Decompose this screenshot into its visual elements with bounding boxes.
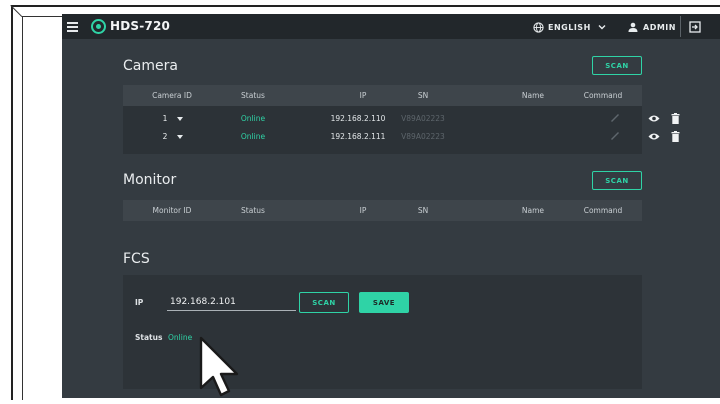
device-frame-inner-left [22, 16, 23, 400]
eye-icon[interactable] [648, 132, 660, 141]
status-value: Online [240, 114, 266, 123]
column-header: Command [583, 206, 623, 215]
column-header: Name [521, 206, 545, 215]
monitor-table: Monitor ID Status IP SN Name Command [123, 200, 642, 221]
camera-section-title: Camera [123, 58, 178, 74]
camera-scan-button[interactable]: SCAN [592, 56, 642, 75]
monitor-table-header: Monitor ID Status IP SN Name Command [123, 200, 642, 221]
sn-value: V89A02223 [401, 132, 445, 141]
column-header: IP [359, 206, 367, 215]
globe-icon [533, 21, 544, 33]
logout-icon[interactable] [689, 21, 701, 33]
fcs-scan-button[interactable]: SCAN [299, 292, 349, 313]
column-header: IP [359, 91, 367, 100]
column-header: SN [417, 91, 429, 100]
fcs-status-label: Status [135, 333, 163, 342]
trash-icon[interactable] [671, 131, 680, 142]
column-header: Name [521, 91, 545, 100]
column-header: Status [241, 91, 265, 100]
table-row: 2 Online 192.168.2.111 V89A02223 [123, 128, 680, 146]
top-bar: HDS-720 ENGLISH ADMIN [62, 14, 720, 39]
table-row: 1 Online 192.168.2.110 V89A02223 [123, 110, 680, 128]
caret-down-icon [177, 117, 184, 121]
camera-id-dropdown[interactable]: 1 [153, 114, 193, 123]
sn-value: V89A02223 [401, 114, 445, 123]
column-header: Command [583, 91, 623, 100]
ip-value: 192.168.2.111 [330, 132, 386, 141]
mouse-cursor-icon [199, 336, 239, 397]
topbar-divider [680, 16, 681, 37]
user-menu[interactable]: ADMIN [628, 20, 676, 34]
edit-icon[interactable] [610, 131, 620, 141]
monitor-scan-button[interactable]: SCAN [592, 171, 642, 190]
app-title: HDS-720 [110, 19, 171, 33]
fcs-ip-label: IP [135, 298, 144, 307]
column-header: Camera ID [152, 91, 192, 100]
device-frame-top [11, 5, 720, 7]
caret-down-icon [177, 135, 184, 139]
fcs-section-title: FCS [123, 251, 150, 267]
user-label: ADMIN [643, 22, 676, 32]
camera-table-header: Camera ID Status IP SN Name Command [123, 85, 642, 106]
camera-id-dropdown[interactable]: 2 [153, 132, 193, 141]
menu-icon[interactable] [67, 22, 78, 32]
camera-table: Camera ID Status IP SN Name Command 1 On… [123, 85, 680, 154]
monitor-section-title: Monitor [123, 172, 177, 188]
language-label: ENGLISH [548, 22, 591, 32]
ip-value: 192.168.2.110 [330, 114, 386, 123]
app-window: HDS-720 ENGLISH ADMIN Camera SCAN Camera… [62, 14, 720, 398]
device-frame-left [11, 5, 13, 400]
column-header: SN [417, 206, 429, 215]
fcs-ip-input[interactable] [167, 294, 296, 311]
eye-icon[interactable] [648, 114, 660, 123]
language-selector[interactable]: ENGLISH [533, 20, 607, 34]
user-icon [628, 22, 638, 32]
column-header: Monitor ID [152, 206, 192, 215]
status-value: Online [240, 132, 266, 141]
edit-icon[interactable] [610, 113, 620, 123]
trash-icon[interactable] [671, 113, 680, 124]
chevron-down-icon [598, 25, 606, 30]
fcs-save-button[interactable]: SAVE [359, 292, 409, 313]
fcs-status-value: Online [168, 333, 193, 342]
logo-icon [91, 19, 106, 34]
column-header: Status [241, 206, 265, 215]
device-frame-inner-top [22, 16, 62, 17]
